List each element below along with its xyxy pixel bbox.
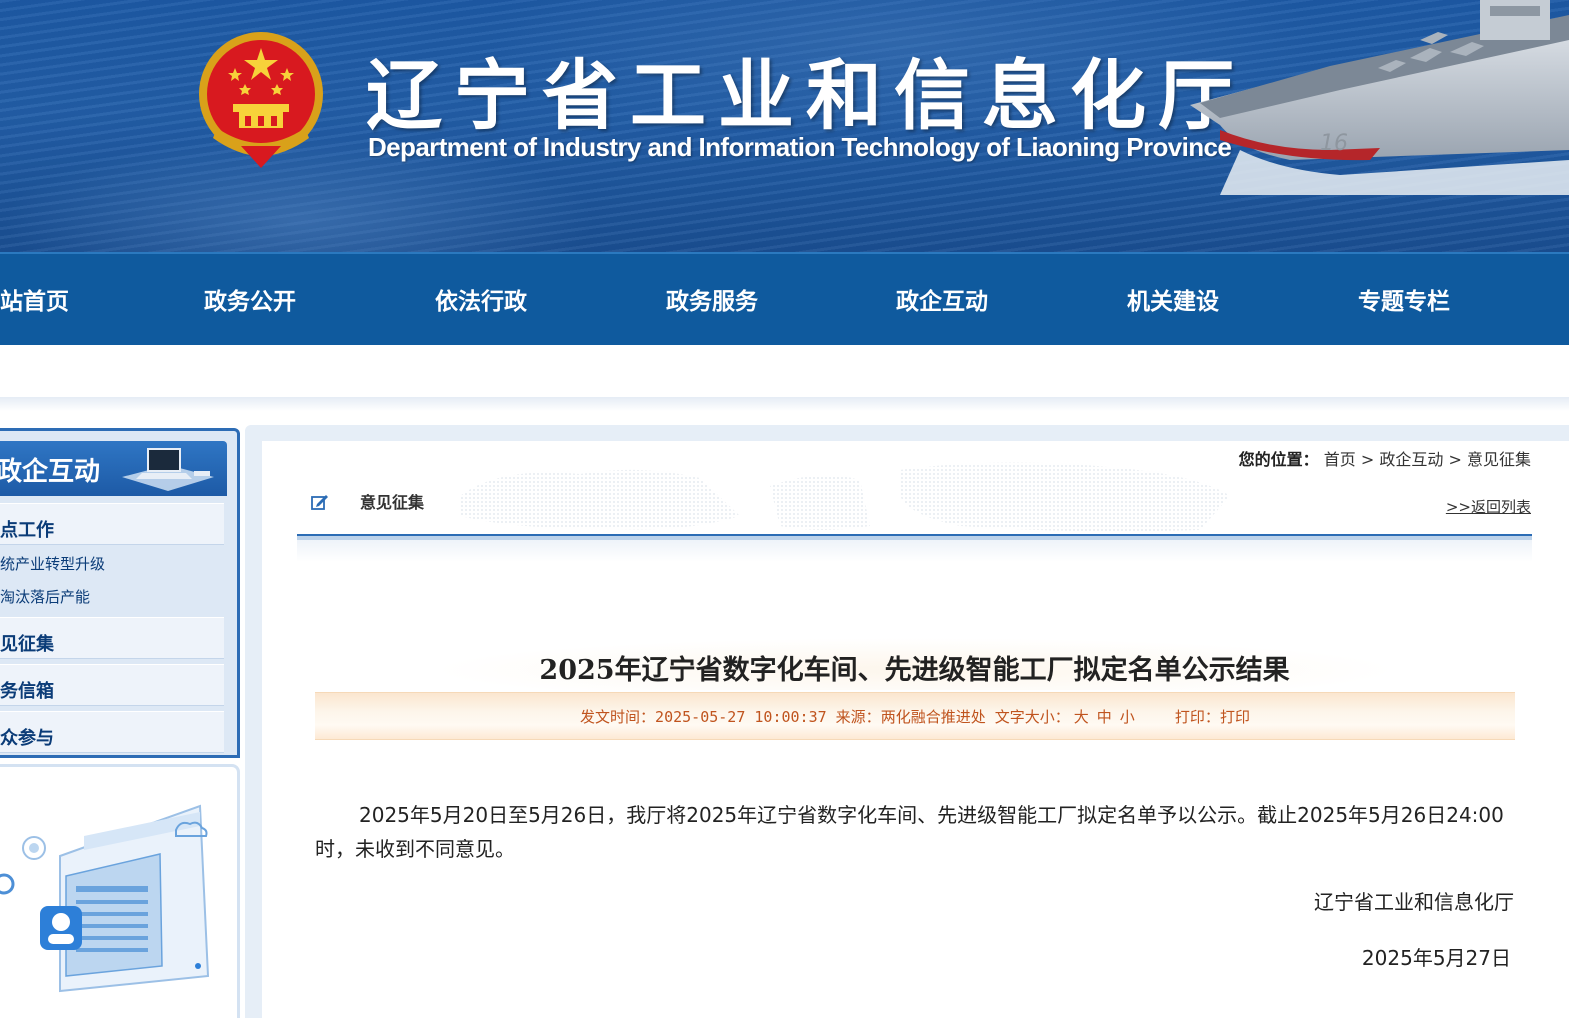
back-to-list-link[interactable]: >>返回列表 [1446,496,1531,517]
breadcrumb-label: 您的位置： [1238,450,1319,469]
svg-text:16: 16 [1320,131,1348,156]
breadcrumb-interaction[interactable]: 政企互动 [1379,450,1443,469]
site-title: 辽宁省工业和信息化厅 [366,51,1246,140]
signature-date: 2025年5月27日 [1361,946,1511,970]
nav-item-home[interactable]: 站首页 [0,282,69,318]
meta-print-label: 打印： [1174,708,1220,726]
sidebar-header: 政企互动 [0,441,227,496]
nav-item-special[interactable]: 专题专栏 [1358,282,1450,318]
signature-organization: 辽宁省工业和信息化厅 [1314,890,1514,914]
world-map-watermark [460,462,1230,532]
article-title: 2025年辽宁省数字化车间、先进级智能工厂拟定名单公示结果 [539,655,1290,686]
main-nav: 站首页 政务公开 依法行政 政务服务 政企互动 机关建设 专题专栏 [0,252,1569,345]
sidebar-item-mailbox[interactable]: 务信箱 [0,664,224,706]
national-emblem-icon [199,32,323,168]
font-size-large-button[interactable]: 大 [1074,708,1089,726]
breadcrumb-separator: > [1448,450,1467,469]
nav-item-gov-affairs[interactable]: 政务公开 [204,282,296,318]
divider [0,397,1569,411]
sidebar-title: 政企互动 [0,457,101,487]
article-meta: 发文时间：2025-05-27 10:00:37 来源：两化融合推进处 文字大小… [315,706,1515,727]
sidebar-item-participation[interactable]: 众参与 [0,711,224,753]
meta-date: 2025-05-27 10:00:37 [655,708,827,726]
nav-spacer [0,345,1569,405]
section-title: 意见征集 [360,493,425,512]
online-service-illustration [0,804,210,993]
meta-source-label: 来源： [835,708,881,726]
meta-source: 两化融合推进处 [880,708,986,726]
nav-item-organ[interactable]: 机关建设 [1127,282,1219,318]
breadcrumb-home[interactable]: 首页 [1324,450,1356,469]
meta-font-size-label: 文字大小： [994,708,1070,726]
sidebar-subitem-upgrade[interactable]: 统产业转型升级 [0,553,224,585]
sidebar-item-key-work[interactable]: 点工作 [0,503,224,545]
print-button[interactable]: 打印 [1220,708,1250,726]
sidebar-subitem-capacity[interactable]: 淘汰落后产能 [0,586,224,618]
site-subtitle: Department of Industry and Information T… [368,132,1232,162]
font-size-small-button[interactable]: 小 [1120,708,1135,726]
breadcrumb: 您的位置： 首页 > 政企互动 > 意见征集 [1239,446,1531,470]
header-banner: 辽宁省工业和信息化厅 Department of Industry and In… [0,0,1569,252]
laptop-icon [122,448,214,491]
aircraft-carrier-illustration: 16 [1190,0,1569,195]
sidebar-item-opinions[interactable]: 见征集 [0,617,224,659]
sidebar: 政企互动 点工作 统产业转型升级 淘汰落后产能 见征集 务信箱 众参与 [0,428,240,758]
breadcrumb-separator: > [1360,450,1380,469]
nav-item-law[interactable]: 依法行政 [435,282,527,318]
nav-item-services[interactable]: 政务服务 [666,282,758,318]
article-body: 2025年5月20日至5月26日，我厅将2025年辽宁省数字化车间、先进级智能工… [315,803,1504,861]
breadcrumb-opinions[interactable]: 意见征集 [1467,450,1531,469]
section-divider-shadow [297,540,1532,562]
meta-date-label: 发文时间： [580,708,656,726]
font-size-medium-button[interactable]: 中 [1097,708,1112,726]
edit-icon [311,495,328,510]
nav-item-interaction[interactable]: 政企互动 [896,282,988,318]
